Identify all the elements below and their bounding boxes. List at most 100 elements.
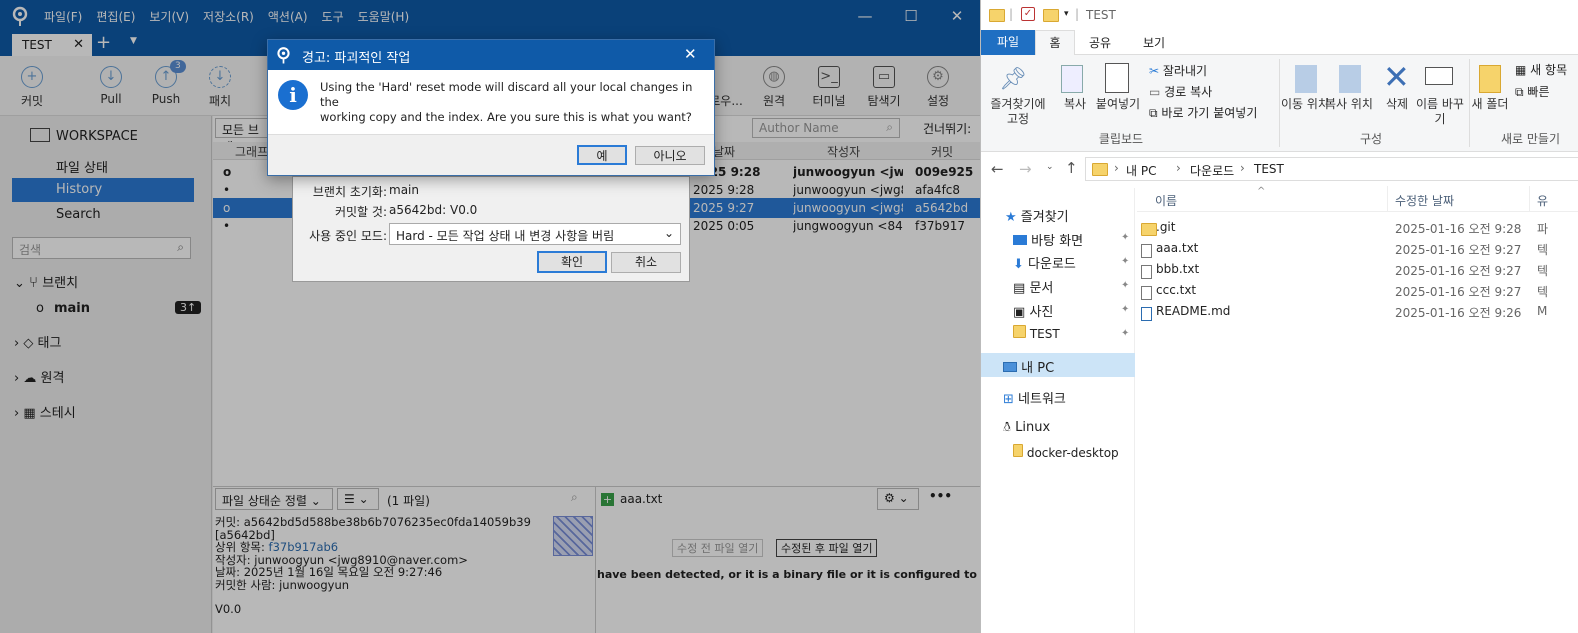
nav-downloads[interactable]: ⬇ 다운로드 [1013,253,1076,272]
reset-mode-label: 사용 중인 모드: [309,229,387,243]
breadcrumb-separator: › [1176,161,1181,175]
reset-commit-label: 커밋할 것: [334,205,387,219]
address-bar[interactable]: › 내 PC › 다운로드 › TEST [1085,157,1578,181]
paste-shortcut-button[interactable]: ⧉ 바로 가기 붙여넣기 [1149,104,1257,121]
nav-documents-label: 문서 [1029,281,1054,296]
copy-path-label: 경로 복사 [1164,85,1213,99]
tab-file[interactable]: 파일 [981,30,1035,55]
folder-icon [1013,325,1026,338]
file-type: 텍 [1537,243,1549,257]
col-modified[interactable]: 수정한 날짜 [1395,192,1454,209]
file-name: README.md [1156,304,1231,318]
list-item[interactable]: .git 2025-01-16 오전 9:28 파 [1137,217,1578,238]
rename-icon [1425,67,1453,85]
col-type[interactable]: 유 [1537,192,1548,209]
copy-button[interactable]: 복사 [1055,97,1095,112]
pin-icon: ✦ [1121,232,1130,243]
reset-commit-value: a5642bd: V0.0 [389,203,478,217]
col-divider[interactable] [1529,186,1530,212]
address-bar-row: ← → ⌄ ↑ › 내 PC › 다운로드 › TEST [981,152,1578,186]
rename-button[interactable]: 이름 바꾸기 [1415,97,1465,127]
file-list-header: 이름 ^ 수정한 날짜 유 [1137,186,1578,212]
download-icon: ⬇ [1013,257,1024,272]
file-date: 2025-01-16 오전 9:28 [1395,222,1522,236]
close-dialog-icon[interactable]: ✕ [684,45,697,63]
list-item[interactable]: bbb.txt 2025-01-16 오전 9:27 텍 [1137,259,1578,280]
nav-documents[interactable]: ▤ 문서 [1013,277,1053,296]
nav-test-label: TEST [1029,327,1060,341]
ribbon: 📌︎ 즐겨찾기에 고정 복사 붙여넣기 ✂ 잘라내기 ▭ 경로 복사 ⧉ 바로 … [981,55,1578,152]
new-folder-icon[interactable] [1043,9,1059,22]
file-type: 텍 [1537,285,1549,299]
list-item[interactable]: ccc.txt 2025-01-16 오전 9:27 텍 [1137,280,1578,301]
new-item-button[interactable]: ▦ 새 항목 [1515,61,1567,78]
reset-ok-button[interactable]: 확인 [537,251,607,273]
breadcrumb-mypc[interactable]: 내 PC [1126,162,1156,179]
linux-icon: 🐧︎ [1003,420,1012,435]
yes-button[interactable]: 예 [577,145,627,165]
recent-locations-icon[interactable]: ⌄ [1046,162,1054,172]
pin-to-quick-access-button[interactable]: 즐겨찾기에 고정 [983,97,1053,127]
explorer-title-bar: | ✓ ▾ | TEST [981,0,1578,30]
col-name[interactable]: 이름 [1155,192,1177,209]
breadcrumb-downloads[interactable]: 다운로드 [1190,162,1234,179]
paste-icon [1105,63,1129,93]
warning-message-line2: working copy and the index. Are you sure… [320,110,692,124]
nav-mypc[interactable]: 내 PC [981,353,1135,377]
nav-desktop-label: 바탕 화면 [1031,234,1084,249]
pin-icon: 📌︎ [999,67,1027,92]
no-button[interactable]: 아니오 [635,146,705,165]
file-name: ccc.txt [1156,283,1197,297]
nav-desktop[interactable]: 바탕 화면 [1013,230,1083,249]
explorer-title: TEST [1086,8,1116,22]
scissors-icon: ✂ [1149,64,1160,78]
list-item[interactable]: aaa.txt 2025-01-16 오전 9:27 텍 [1137,238,1578,259]
paste-button[interactable]: 붙여넣기 [1093,97,1143,112]
easy-access-button[interactable]: ⧉ 빠른 [1515,83,1550,100]
new-folder-button[interactable]: 새 폴더 [1471,97,1509,112]
breadcrumb-test[interactable]: TEST [1254,162,1284,176]
warning-dialog-titlebar: 경고: 파괴적인 작업 ✕ [268,40,714,70]
file-name: .git [1156,220,1176,234]
reset-branch-value: main [389,183,419,197]
nav-network[interactable]: ⊞ 네트워크 [1003,388,1066,407]
nav-linux-label: Linux [1015,420,1051,435]
file-name: aaa.txt [1156,241,1199,255]
cut-button[interactable]: ✂ 잘라내기 [1149,62,1207,79]
folder-icon [1092,163,1108,176]
list-item[interactable]: README.md 2025-01-16 오전 9:26 M [1137,301,1578,322]
organize-group-label: 구성 [1359,132,1383,146]
pin-icon: ✦ [1121,328,1130,339]
nav-linux[interactable]: 🐧︎ Linux [1003,420,1050,436]
tab-home[interactable]: 홈 [1035,30,1075,56]
desktop-icon [1013,235,1027,245]
ribbon-divider [1279,59,1280,147]
info-icon: i [278,80,308,110]
nav-pictures[interactable]: ▣ 사진 [1013,301,1053,320]
clipboard-group-label: 클립보드 [1098,132,1144,146]
reset-mode-select[interactable]: Hard - 모든 작업 상태 내 변경 사항을 버림 ⌄ [389,223,681,245]
computer-icon [1003,362,1017,372]
move-to-button[interactable]: 이동 위치 [1281,97,1329,112]
warning-dialog: 경고: 파괴적인 작업 ✕ i Using the 'Hard' reset m… [267,39,715,176]
markdown-file-icon [1141,307,1152,321]
back-icon[interactable]: ← [991,160,1004,178]
delete-button[interactable]: 삭제 [1377,97,1417,112]
nav-docker[interactable]: docker-desktop [1013,444,1119,460]
sourcetree-logo-icon [277,47,290,64]
tab-share[interactable]: 공유 [1089,34,1111,51]
tab-view[interactable]: 보기 [1143,34,1165,51]
customize-qa-icon[interactable]: ▾ [1064,9,1069,19]
copy-path-button[interactable]: ▭ 경로 복사 [1149,83,1212,100]
nav-favorites[interactable]: ★ 즐겨찾기 [1005,206,1069,225]
up-icon[interactable]: ↑ [1065,159,1078,177]
forward-icon[interactable]: → [1019,160,1032,178]
file-list: 이름 ^ 수정한 날짜 유 .git 2025-01-16 오전 9:28 파 … [1137,186,1578,633]
nav-test[interactable]: TEST [1013,325,1060,341]
col-divider[interactable] [1387,186,1388,212]
copy-to-button[interactable]: 복사 위치 [1325,97,1373,112]
reset-cancel-button[interactable]: 취소 [611,252,681,273]
properties-icon[interactable]: ✓ [1021,7,1035,21]
sourcetree-window: 파일(F) 편집(E) 보기(V) 저장소(R) 액션(A) 도구 도움말(H)… [0,0,980,633]
sort-asc-icon: ^ [1257,186,1266,197]
